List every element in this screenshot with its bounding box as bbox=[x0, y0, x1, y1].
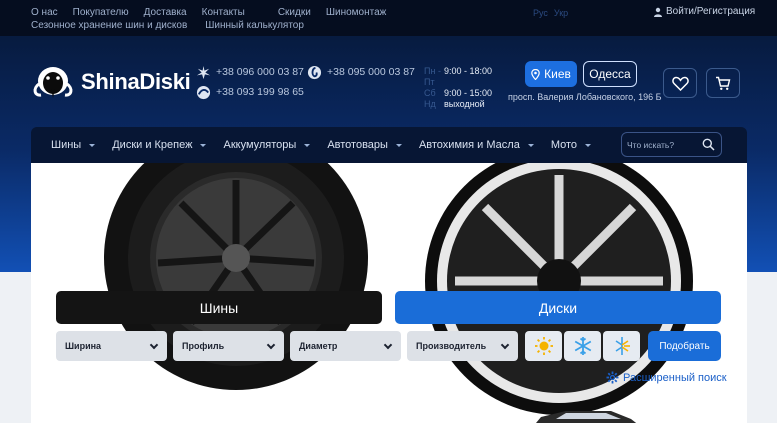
select-label: Профиль bbox=[182, 341, 225, 351]
user-icon bbox=[654, 7, 662, 17]
heart-icon bbox=[671, 76, 689, 91]
caret-down-icon bbox=[527, 143, 534, 147]
hours-days: Нд bbox=[424, 99, 436, 109]
search-box bbox=[621, 132, 722, 157]
caret-down-icon bbox=[585, 143, 592, 147]
caret-down-icon bbox=[89, 143, 96, 147]
hours-time: выходной bbox=[444, 99, 485, 109]
hours-row-weekdays: Пн - Пт 9:00 - 18:00 bbox=[424, 66, 492, 88]
working-hours: Пн - Пт 9:00 - 18:00 Сб 9:00 - 15:00 Нд вых… bbox=[424, 66, 492, 110]
season-allseason-toggle[interactable] bbox=[603, 331, 640, 361]
nav-item-label: Автохимия и Масла bbox=[418, 139, 520, 151]
season-winter-toggle[interactable] bbox=[564, 331, 601, 361]
top-link-discounts[interactable]: Скидки bbox=[278, 6, 311, 19]
nav-item-label: Аккумуляторы bbox=[223, 139, 297, 151]
city-button-kiev[interactable]: Киев bbox=[525, 61, 577, 87]
select-profile[interactable]: Профиль bbox=[173, 331, 284, 361]
caret-down-icon bbox=[200, 143, 207, 147]
hours-row-saturday: Сб 9:00 - 15:00 bbox=[424, 88, 492, 99]
sun-icon bbox=[534, 337, 553, 355]
location-pin-icon bbox=[531, 68, 540, 80]
car-image bbox=[536, 411, 637, 423]
phones-block-1: +38 096 000 03 87 +38 093 199 98 65 bbox=[196, 62, 304, 102]
lifecell-icon bbox=[196, 85, 211, 99]
nav-item-tires[interactable]: Шины bbox=[51, 139, 96, 151]
nav-item-disks[interactable]: Диски и Крепеж bbox=[112, 139, 207, 151]
cart-icon bbox=[716, 76, 731, 90]
top-link-contacts[interactable]: Контакты bbox=[202, 6, 245, 19]
favorites-button[interactable] bbox=[663, 68, 697, 98]
login-link[interactable]: Войти/Регистрация bbox=[653, 6, 755, 17]
chevron-down-icon bbox=[149, 340, 159, 349]
language-switcher: Рус Укр bbox=[533, 8, 568, 18]
top-bar: О нас Покупателю Доставка Контакты Скидк… bbox=[0, 0, 777, 36]
select-width[interactable]: Ширина bbox=[56, 331, 167, 361]
nav-item-chemicals[interactable]: Автохимия и Масла bbox=[419, 139, 534, 151]
chevron-down-icon bbox=[266, 340, 276, 349]
nav-item-label: Диски и Крепеж bbox=[112, 139, 193, 151]
snowflake-icon bbox=[574, 337, 591, 355]
hours-time: 9:00 - 15:00 bbox=[444, 88, 493, 98]
select-manufacturer[interactable]: Производитель bbox=[407, 331, 518, 361]
city-kiev-label: Киев bbox=[544, 67, 571, 81]
phone-lifecell-number: +38 093 199 98 65 bbox=[216, 86, 304, 98]
top-link-delivery[interactable]: Доставка bbox=[144, 6, 187, 19]
nav-item-label: Шины bbox=[51, 139, 82, 151]
phone-vodafone-number: +38 095 000 03 87 bbox=[327, 66, 415, 78]
nav-item-moto[interactable]: Мото bbox=[550, 139, 592, 151]
kyivstar-icon bbox=[196, 65, 211, 79]
top-link-storage[interactable]: Сезонное хранение шин и дисков bbox=[31, 19, 187, 32]
select-label: Ширина bbox=[65, 341, 102, 351]
city-odessa-label: Одесса bbox=[589, 67, 631, 81]
nav-item-label: Автотовары bbox=[327, 139, 388, 151]
caret-down-icon bbox=[304, 143, 311, 147]
all-season-icon bbox=[615, 337, 630, 355]
chevron-down-icon bbox=[383, 340, 393, 349]
advanced-search-label: Расширенный поиск bbox=[623, 371, 727, 384]
chevron-down-icon bbox=[500, 340, 510, 349]
logo-text: ShinaDiski bbox=[81, 69, 191, 94]
site-logo[interactable]: ShinaDiski bbox=[31, 64, 191, 100]
city-button-odessa[interactable]: Одесса bbox=[583, 61, 637, 87]
find-button[interactable]: Подобрать bbox=[648, 331, 721, 361]
select-label: Производитель bbox=[416, 341, 487, 351]
top-links: О нас Покупателю Доставка Контакты Скидк… bbox=[31, 6, 386, 32]
nav-item-batteries[interactable]: Аккумуляторы bbox=[223, 139, 311, 151]
hours-time: 9:00 - 18:00 bbox=[444, 66, 493, 76]
hours-days: Пн - Пт bbox=[424, 66, 441, 87]
main-nav: Шины Диски и Крепеж Аккумуляторы Автотов… bbox=[31, 127, 747, 163]
cart-button[interactable] bbox=[706, 68, 740, 98]
nav-items: Шины Диски и Крепеж Аккумуляторы Автотов… bbox=[51, 127, 608, 163]
logo-mammoth-icon bbox=[33, 67, 73, 98]
hours-days: Сб bbox=[424, 88, 436, 98]
select-label: Диаметр bbox=[299, 341, 338, 351]
advanced-search-link[interactable]: Расширенный поиск bbox=[606, 371, 727, 384]
phones-block-2: +38 095 000 03 87 bbox=[307, 62, 415, 82]
tire-finder-card: Шины Диски Ширина Профиль Диаметр Произв… bbox=[31, 163, 747, 423]
top-link-calculator[interactable]: Шинный калькулятор bbox=[205, 19, 304, 32]
nav-item-label: Мото bbox=[550, 139, 578, 151]
phone-lifecell[interactable]: +38 093 199 98 65 bbox=[196, 82, 304, 102]
tab-disks[interactable]: Диски bbox=[395, 291, 721, 324]
login-label: Войти/Регистрация bbox=[666, 6, 756, 17]
vodafone-icon bbox=[307, 65, 322, 79]
phone-vodafone[interactable]: +38 095 000 03 87 bbox=[307, 62, 415, 82]
settings-gear-icon bbox=[606, 371, 619, 384]
lang-ru[interactable]: Рус bbox=[533, 8, 548, 18]
top-link-tire-service[interactable]: Шиномонтаж bbox=[326, 6, 387, 19]
top-link-about[interactable]: О нас bbox=[31, 6, 58, 19]
tab-tires[interactable]: Шины bbox=[56, 291, 382, 324]
season-summer-toggle[interactable] bbox=[525, 331, 562, 361]
nav-item-autogoods[interactable]: Автотовары bbox=[327, 139, 402, 151]
phone-kyivstar-number: +38 096 000 03 87 bbox=[216, 66, 304, 78]
search-icon[interactable] bbox=[702, 138, 715, 151]
store-address: просп. Валерия Лобановского, 196 Б bbox=[508, 92, 662, 102]
hours-row-sunday: Нд выходной bbox=[424, 99, 492, 110]
phone-kyivstar[interactable]: +38 096 000 03 87 bbox=[196, 62, 304, 82]
top-link-customers[interactable]: Покупателю bbox=[73, 6, 129, 19]
lang-ua[interactable]: Укр bbox=[554, 8, 568, 18]
caret-down-icon bbox=[395, 143, 402, 147]
select-diameter[interactable]: Диаметр bbox=[290, 331, 401, 361]
search-input[interactable] bbox=[627, 139, 699, 150]
